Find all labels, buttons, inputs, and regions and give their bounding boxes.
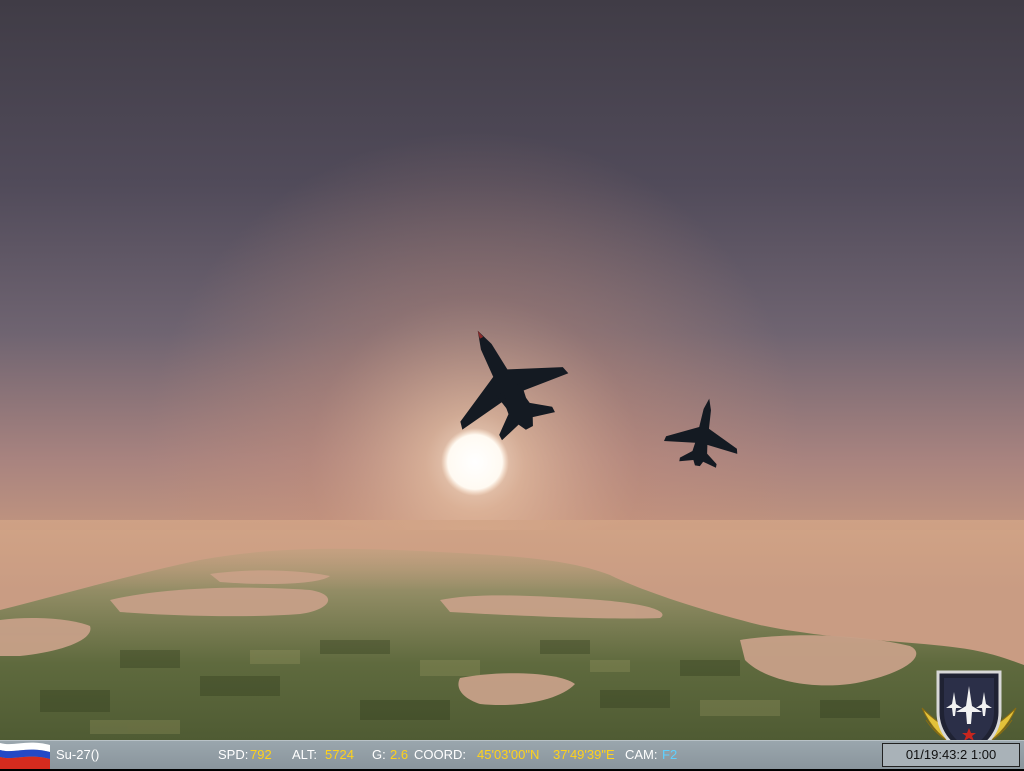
- camera-value: F2: [662, 747, 678, 762]
- speed-value: 792: [250, 747, 272, 762]
- latitude-value: 45'03'00"N: [477, 747, 540, 762]
- russian-flag-icon: [0, 741, 50, 769]
- speed-label: SPD:: [218, 747, 249, 762]
- g-force-label: G:: [372, 747, 386, 762]
- mission-clock: 01/19:43:2 1:00: [882, 743, 1020, 767]
- flight-view: [0, 0, 1024, 740]
- coordinates-label: COORD:: [414, 747, 466, 762]
- altitude-label: ALT:: [292, 747, 318, 762]
- scene-svg: [0, 0, 1024, 740]
- g-force-value: 2.6: [390, 747, 409, 762]
- sun: [441, 428, 509, 496]
- horizon-haze: [0, 520, 1024, 590]
- camera-label: CAM:: [625, 747, 658, 762]
- longitude-value: 37'49'39"E: [553, 747, 615, 762]
- status-bar: Su-27() SPD: 792 ALT: 5724 G: 2.6 COORD:…: [0, 740, 1024, 769]
- altitude-value: 5724: [325, 747, 354, 762]
- aircraft-name: Su-27(): [56, 747, 100, 762]
